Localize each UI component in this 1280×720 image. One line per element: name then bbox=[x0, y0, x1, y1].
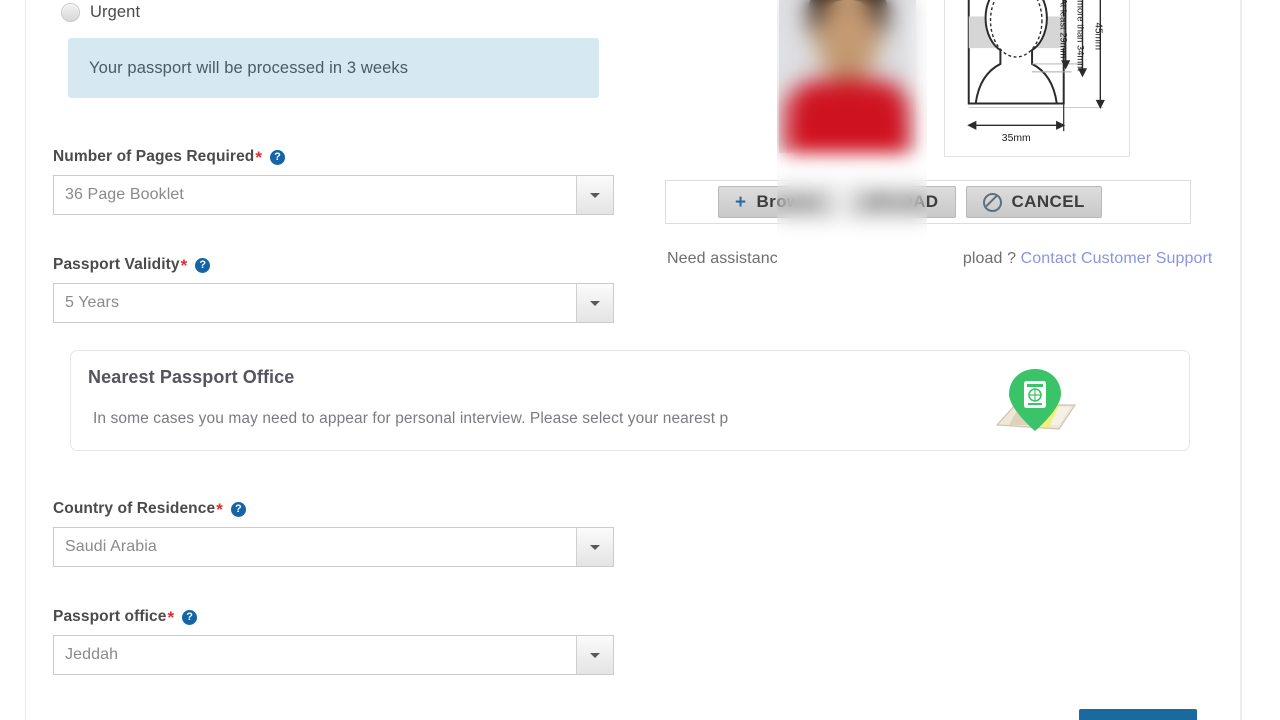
assistance-text-before: Need assistanc bbox=[667, 250, 778, 267]
field-number-of-pages: Number of Pages Required * ? 36 Page Boo… bbox=[53, 148, 616, 215]
chevron-down-icon[interactable] bbox=[576, 284, 613, 322]
field-country-of-residence: Country of Residence * ? Saudi Arabia bbox=[53, 500, 616, 567]
label-text: Number of Pages Required bbox=[53, 148, 255, 165]
label-text: Passport Validity bbox=[53, 256, 180, 273]
field-label-passport-office: Passport office * ? bbox=[53, 608, 616, 626]
spec-label-height-total: 45mm bbox=[1092, 23, 1103, 50]
page-right-border bbox=[1240, 0, 1242, 720]
select-passport-validity[interactable]: 5 Years bbox=[53, 283, 614, 323]
select-value: 36 Page Booklet bbox=[65, 186, 184, 203]
page-left-border bbox=[25, 0, 26, 720]
required-marker: * bbox=[180, 255, 188, 275]
required-marker: * bbox=[216, 499, 223, 519]
browse-button[interactable]: + Browse bbox=[718, 186, 838, 218]
field-label-passport-validity: Passport Validity * ? bbox=[53, 256, 616, 274]
photo-upload-toolbar: + Browse UPLOAD CANCEL bbox=[665, 180, 1191, 224]
browse-button-label: Browse bbox=[756, 192, 821, 211]
field-label-country-of-residence: Country of Residence * ? bbox=[53, 500, 616, 518]
required-marker: * bbox=[167, 607, 175, 627]
upload-button-label: UPLOAD bbox=[864, 192, 939, 211]
map-pin-passport-icon bbox=[989, 367, 1081, 439]
select-passport-office[interactable]: Jeddah bbox=[53, 635, 614, 675]
service-type-urgent-option[interactable]: Urgent bbox=[61, 3, 140, 22]
assistance-text-after: pload ? bbox=[962, 250, 1017, 267]
radio-icon[interactable] bbox=[61, 3, 80, 22]
select-value: 5 Years bbox=[65, 294, 120, 311]
required-marker: * bbox=[255, 147, 263, 167]
chevron-down-icon[interactable] bbox=[576, 528, 613, 566]
label-text: Country of Residence bbox=[53, 500, 216, 517]
submit-button[interactable] bbox=[1079, 709, 1197, 720]
cancel-button[interactable]: CANCEL bbox=[965, 186, 1102, 218]
nearest-passport-office-panel: Nearest Passport Office In some cases yo… bbox=[70, 350, 1190, 451]
cancel-button-label: CANCEL bbox=[1011, 192, 1085, 211]
office-panel-title: Nearest Passport Office bbox=[88, 367, 295, 387]
chevron-down-icon[interactable] bbox=[576, 176, 613, 214]
question-mark-icon[interactable]: ? bbox=[230, 501, 246, 517]
processing-time-text: Your passport will be processed in 3 wee… bbox=[89, 58, 409, 77]
field-passport-office: Passport office * ? Jeddah bbox=[53, 608, 616, 675]
select-value: Saudi Arabia bbox=[65, 538, 157, 555]
field-passport-validity: Passport Validity * ? 5 Years bbox=[53, 256, 616, 323]
question-mark-icon[interactable]: ? bbox=[182, 609, 198, 625]
upload-button[interactable]: UPLOAD bbox=[847, 186, 956, 218]
passport-photo-preview bbox=[779, 0, 916, 153]
field-label-number-of-pages: Number of Pages Required * ? bbox=[53, 148, 616, 166]
photo-specification-diagram: 45mm No more than 34mm At least 29mm 35m… bbox=[944, 0, 1130, 157]
spec-label-width-total: 35mm bbox=[1002, 133, 1031, 144]
spec-label-head-max: No more than 34mm bbox=[1076, 0, 1087, 71]
no-entry-icon bbox=[982, 192, 1002, 212]
select-number-of-pages[interactable]: 36 Page Booklet bbox=[53, 175, 614, 215]
plus-icon: + bbox=[735, 191, 747, 213]
radio-label: Urgent bbox=[90, 3, 141, 21]
chevron-down-icon[interactable] bbox=[576, 636, 613, 674]
question-mark-icon[interactable]: ? bbox=[195, 257, 211, 273]
label-text: Passport office bbox=[53, 608, 167, 625]
spec-label-head-min: At least 29mm bbox=[1059, 0, 1070, 58]
processing-time-banner: Your passport will be processed in 3 wee… bbox=[68, 38, 599, 98]
contact-customer-support-link[interactable]: Contact Customer Support bbox=[1021, 250, 1213, 267]
select-country-of-residence[interactable]: Saudi Arabia bbox=[53, 527, 614, 567]
select-value: Jeddah bbox=[65, 646, 119, 663]
upload-assistance-line: Need assistanc pload ? Contact Customer … bbox=[667, 250, 1212, 268]
office-panel-description: In some cases you may need to appear for… bbox=[93, 410, 729, 427]
passport-application-form-page: Urgent Your passport will be processed i… bbox=[0, 0, 1280, 720]
question-mark-icon[interactable]: ? bbox=[270, 149, 286, 165]
